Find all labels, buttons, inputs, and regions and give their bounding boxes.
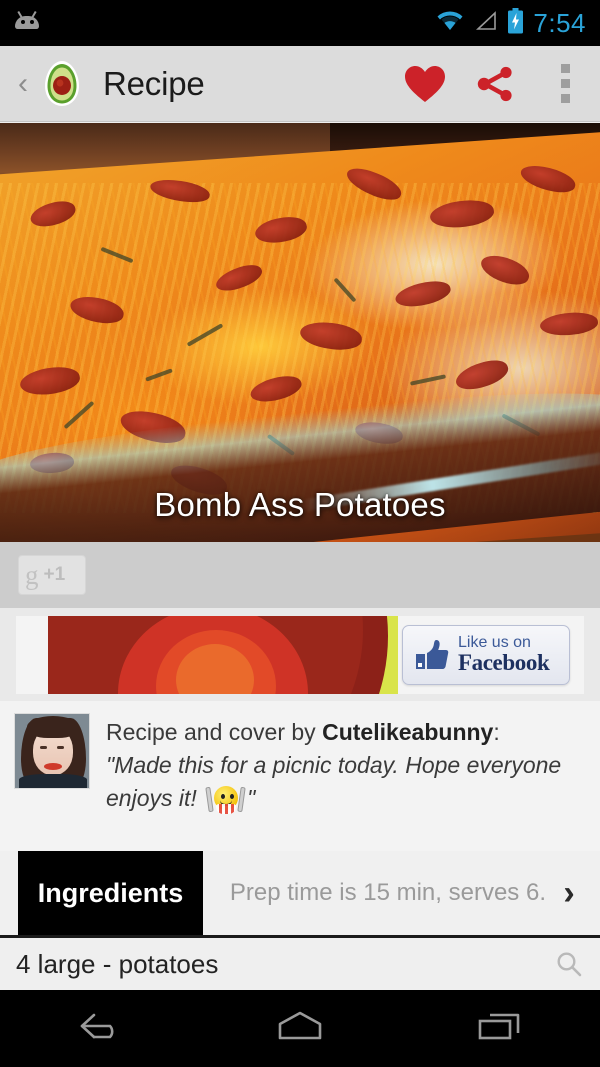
byline-suffix: : [493,719,500,745]
plus-one-label: +1 [43,564,66,585]
smiley-with-fork-and-knife-emoji [203,784,247,815]
avatar[interactable] [14,713,90,789]
ad-inner[interactable]: Like us on Facebook [16,615,584,694]
overflow-menu-button[interactable] [530,46,600,122]
favorite-button[interactable] [390,46,460,122]
page-title: Recipe [103,64,205,102]
recipe-tabs: Ingredients Prep time is 15 min, serves … [0,851,600,938]
tab-ingredients-label: Ingredients [37,877,184,908]
thumbs-up-icon [415,639,449,671]
casserole-photo [0,123,600,542]
action-bar: ‹ Recipe [0,46,600,122]
chevron-right-icon[interactable]: › [546,876,592,910]
nav-back-button[interactable] [0,1006,200,1051]
status-system-icons: 7:54 [435,7,586,39]
status-clock: 7:54 [533,7,586,38]
comment-quote: "Made this for a picnic today. Hope ever… [106,749,584,816]
share-icon [474,63,516,105]
google-plus-one-button[interactable]: g +1 [18,555,86,595]
search-icon[interactable] [554,949,584,979]
signal-empty-icon [474,9,498,38]
like-us-on-facebook-button[interactable]: Like us on Facebook [402,624,570,685]
share-button[interactable] [460,46,530,122]
social-strip: g +1 [0,542,600,608]
app-screen: 7:54 ‹ Recipe Bomb Ass Potatoes g +1 Lik… [0,0,600,1067]
fb-brand-line: Facebook [458,650,550,675]
tab-ingredients[interactable]: Ingredients [18,851,203,935]
comment-author[interactable]: Cutelikeabunny [322,719,493,745]
prep-time-text: Prep time is 15 min, serves 6. [229,878,546,906]
system-navigation-bar [0,990,600,1067]
status-notifications [12,10,435,36]
google-g-icon: g [25,560,39,590]
avocado-icon[interactable] [41,59,83,109]
nav-back-icon [70,1006,130,1051]
nav-home-button[interactable] [200,1006,400,1051]
recipe-hero-image[interactable]: Bomb Ass Potatoes [0,123,600,542]
fb-like-line: Like us on [458,634,531,651]
facebook-button-text: Like us on Facebook [458,634,550,675]
comment-body: Recipe and cover by Cutelikeabunny: "Mad… [106,713,584,851]
android-droid-icon [12,10,42,36]
heart-icon [403,64,447,104]
byline-prefix: Recipe and cover by [106,719,323,745]
avocado-graphic [48,615,398,694]
comment-byline: Recipe and cover by Cutelikeabunny: [106,717,584,748]
comment-quote-line1: "Made this for a picnic today. Hope ever… [106,752,562,779]
ingredient-text: 4 large - potatoes [16,948,219,979]
nav-recents-button[interactable] [400,1006,600,1051]
comment-quote-line2: enjoys it! [106,785,204,812]
ad-banner[interactable]: Like us on Facebook [0,608,600,701]
recipe-title: Bomb Ass Potatoes [154,486,446,523]
wifi-icon [435,9,465,38]
overflow-menu-icon [560,64,570,103]
comment-quote-close: " [247,785,256,812]
author-comment-section: Recipe and cover by Cutelikeabunny: "Mad… [0,701,600,851]
nav-recents-icon [470,1006,530,1051]
list-item[interactable]: 4 large - potatoes [0,938,600,990]
nav-home-icon [268,1006,332,1051]
status-bar: 7:54 [0,0,600,46]
recipe-meta[interactable]: Prep time is 15 min, serves 6. › [203,851,600,935]
back-chevron-icon[interactable]: ‹ [18,68,40,99]
battery-charging-icon [507,7,524,39]
